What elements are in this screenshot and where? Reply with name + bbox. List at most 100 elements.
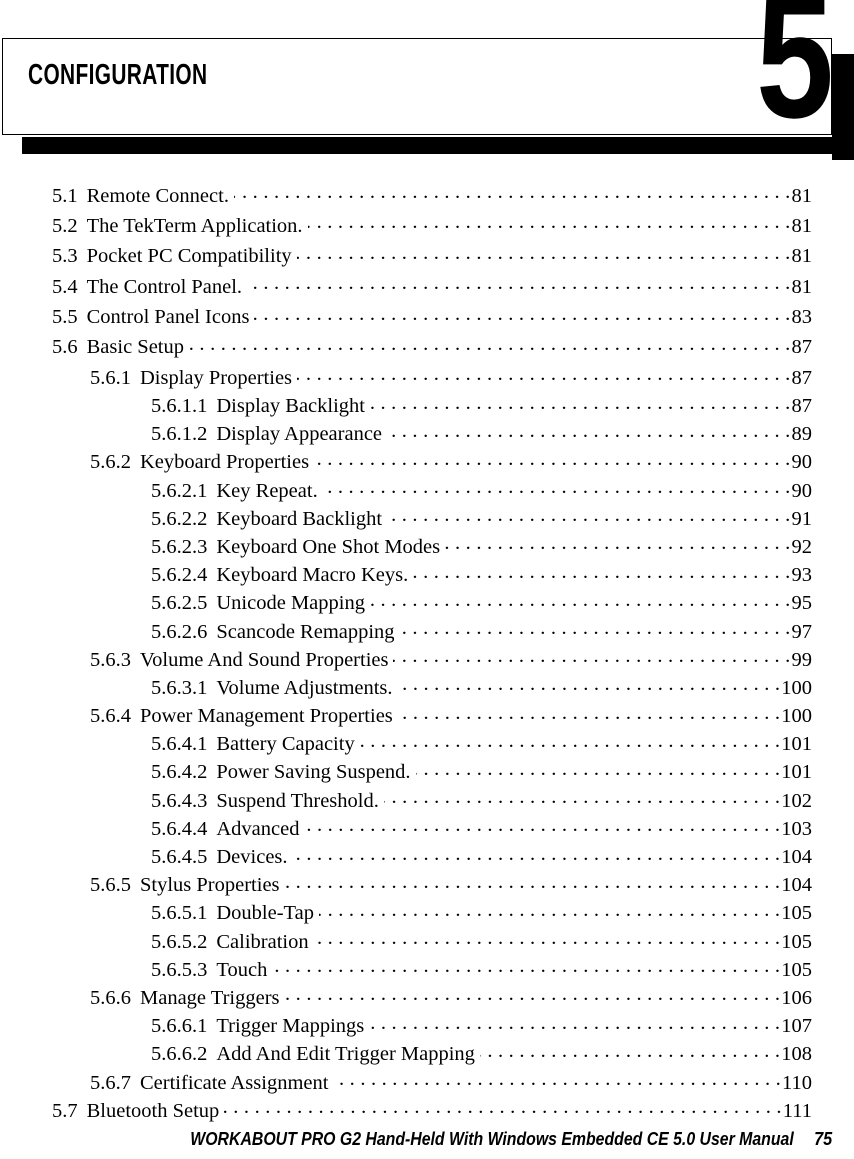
toc-entry-title: Display Appearance xyxy=(216,423,383,446)
toc-entry-page: 90 xyxy=(791,479,813,502)
toc-leader-dots xyxy=(387,420,790,441)
toc-entry[interactable]: 5.6.2.4 Keyboard Macro Keys. 93 xyxy=(0,561,854,589)
toc-entry-page: 90 xyxy=(791,451,813,474)
toc-entry[interactable]: 5.6.3.1 Volume Adjustments. 100 xyxy=(0,673,854,701)
toc-leader-dots xyxy=(285,983,781,1004)
toc-entry[interactable]: 5.6.2.2 Keyboard Backlight 91 xyxy=(0,504,854,532)
toc-entry-number: 5.6.5.3 xyxy=(151,958,208,981)
toc-entry-title: The Control Panel. xyxy=(86,275,243,298)
toc-entry-number: 5.6.2.6 xyxy=(151,620,208,643)
toc-leader-dots xyxy=(314,927,781,948)
toc-entry[interactable]: 5.6.2.6 Scancode Remapping 97 xyxy=(0,617,854,645)
toc-entry[interactable]: 5.6.5.2 Calibration 105 xyxy=(0,927,854,955)
chapter-title: Configuration xyxy=(28,46,208,93)
toc-entry-number: 5.6.5 xyxy=(90,874,131,897)
toc-leader-dots xyxy=(416,758,781,779)
toc-entry[interactable]: 5.6.5.3 Touch 105 xyxy=(0,955,854,983)
toc-entry[interactable]: 5.6.1.1 Display Backlight 87 xyxy=(0,392,854,420)
toc-leader-dots xyxy=(400,617,791,638)
toc-entry-page: 99 xyxy=(791,648,813,671)
toc-entry-title: Power Saving Suspend. xyxy=(216,761,411,784)
toc-leader-dots xyxy=(398,702,780,723)
toc-entry-page: 105 xyxy=(781,902,812,925)
toc-entry-title: Power Management Properties xyxy=(140,705,393,728)
toc-entry-page: 81 xyxy=(791,184,813,207)
toc-entry[interactable]: 5.6.4.4 Advanced 103 xyxy=(0,814,854,842)
toc-leader-dots xyxy=(370,589,791,610)
toc-entry[interactable]: 5.6 Basic Setup 87 xyxy=(0,333,854,363)
toc-entry-title: Remote Connect. xyxy=(86,184,229,207)
toc-entry[interactable]: 5.6.6.2 Add And Edit Trigger Mapping 108 xyxy=(0,1040,854,1068)
toc-entry[interactable]: 5.6.1.2 Display Appearance 89 xyxy=(0,420,854,448)
toc-entry-page: 108 xyxy=(781,1043,812,1066)
chapter-header: Configuration 5 xyxy=(0,0,854,170)
toc-entry[interactable]: 5.6.3 Volume And Sound Properties 99 xyxy=(0,645,854,673)
toc-entry[interactable]: 5.6.2 Keyboard Properties 90 xyxy=(0,448,854,476)
toc-entry-page: 100 xyxy=(781,676,812,699)
toc-entry[interactable]: 5.2 The TekTerm Application. 81 xyxy=(0,211,854,241)
toc-entry-page: 93 xyxy=(791,564,813,587)
toc-entry-page: 100 xyxy=(781,705,812,728)
toc-entry[interactable]: 5.6.2.5 Unicode Mapping 95 xyxy=(0,589,854,617)
toc-leader-dots xyxy=(445,532,790,553)
toc-entry[interactable]: 5.6.4.3 Suspend Threshold. 102 xyxy=(0,786,854,814)
toc-entry-title: Trigger Mappings xyxy=(216,1015,365,1038)
toc-entry-number: 5.6.3.1 xyxy=(151,676,208,699)
toc-entry-title: Keyboard Properties xyxy=(140,451,310,474)
toc-entry-number: 5.6.5.2 xyxy=(151,930,208,953)
toc-entry-page: 81 xyxy=(791,245,813,268)
toc-entry[interactable]: 5.6.5 Stylus Properties 104 xyxy=(0,871,854,899)
toc-leader-dots xyxy=(272,955,780,976)
toc-entry-page: 87 xyxy=(791,336,813,359)
toc-entry-page: 91 xyxy=(791,507,813,530)
toc-entry-title: Suspend Threshold. xyxy=(216,789,379,812)
toc-entry-number: 5.6.1.1 xyxy=(151,395,208,418)
chapter-header-shadow-right xyxy=(832,54,854,160)
toc-entry-page: 110 xyxy=(782,1071,812,1094)
toc-entry-number: 5.6.7 xyxy=(90,1071,131,1094)
toc-entry-page: 104 xyxy=(781,874,812,897)
toc-entry[interactable]: 5.4 The Control Panel. 81 xyxy=(0,272,854,302)
toc-entry[interactable]: 5.6.2.3 Keyboard One Shot Modes 92 xyxy=(0,532,854,560)
toc-entry[interactable]: 5.6.6.1 Trigger Mappings 107 xyxy=(0,1012,854,1040)
toc-entry-title: Devices. xyxy=(216,846,288,869)
toc-entry[interactable]: 5.3 Pocket PC Compatibility 81 xyxy=(0,242,854,272)
toc-entry-title: Keyboard Backlight xyxy=(216,507,383,530)
toc-leader-dots xyxy=(293,843,781,864)
toc-entry[interactable]: 5.6.4 Power Management Properties 100 xyxy=(0,702,854,730)
toc-entry-number: 5.6.6.1 xyxy=(151,1015,208,1038)
toc-entry-page: 81 xyxy=(791,275,813,298)
toc-entry[interactable]: 5.6.4.5 Devices. 104 xyxy=(0,843,854,871)
toc-leader-dots xyxy=(234,181,791,202)
toc-entry-number: 5.6.2.1 xyxy=(151,479,208,502)
toc-entry-page: 106 xyxy=(781,986,812,1009)
toc-entry-number: 5.6.4.4 xyxy=(151,817,208,840)
toc-entry[interactable]: 5.6.6 Manage Triggers 106 xyxy=(0,983,854,1011)
toc-entry-number: 5.6 xyxy=(52,336,78,359)
toc-leader-dots xyxy=(480,1040,780,1061)
toc-entry-number: 5.1 xyxy=(52,184,78,207)
toc-entry-title: Battery Capacity xyxy=(216,733,355,756)
toc-entry[interactable]: 5.5 Control Panel Icons 83 xyxy=(0,303,854,333)
toc-entry-title: Unicode Mapping xyxy=(216,592,365,615)
toc-entry[interactable]: 5.6.4.1 Battery Capacity 101 xyxy=(0,730,854,758)
toc-entry[interactable]: 5.6.2.1 Key Repeat. 90 xyxy=(0,476,854,504)
toc-entry-page: 92 xyxy=(791,535,813,558)
toc-entry-page: 95 xyxy=(791,592,813,615)
toc-entry-number: 5.6.1.2 xyxy=(151,423,208,446)
toc-entry[interactable]: 5.6.5.1 Double-Tap 105 xyxy=(0,899,854,927)
toc-entry[interactable]: 5.7 Bluetooth Setup 111 xyxy=(0,1096,854,1126)
toc-entry-number: 5.6.6.2 xyxy=(151,1043,208,1066)
toc-entry-title: Volume Adjustments. xyxy=(216,676,393,699)
toc-leader-dots xyxy=(247,272,790,293)
toc-leader-dots xyxy=(308,211,791,232)
toc-entry[interactable]: 5.6.4.2 Power Saving Suspend. 101 xyxy=(0,758,854,786)
toc-entry[interactable]: 5.1 Remote Connect. 81 xyxy=(0,181,854,211)
toc-entry-title: Volume And Sound Properties xyxy=(140,648,389,671)
toc-entry[interactable]: 5.6.7 Certificate Assignment 110 xyxy=(0,1068,854,1096)
toc-entry[interactable]: 5.6.1 Display Properties 87 xyxy=(0,363,854,391)
toc-entry-number: 5.6.2.2 xyxy=(151,507,208,530)
toc-leader-dots xyxy=(319,899,780,920)
toc-entry-number: 5.6.2.4 xyxy=(151,564,208,587)
toc-entry-number: 5.6.4.1 xyxy=(151,733,208,756)
